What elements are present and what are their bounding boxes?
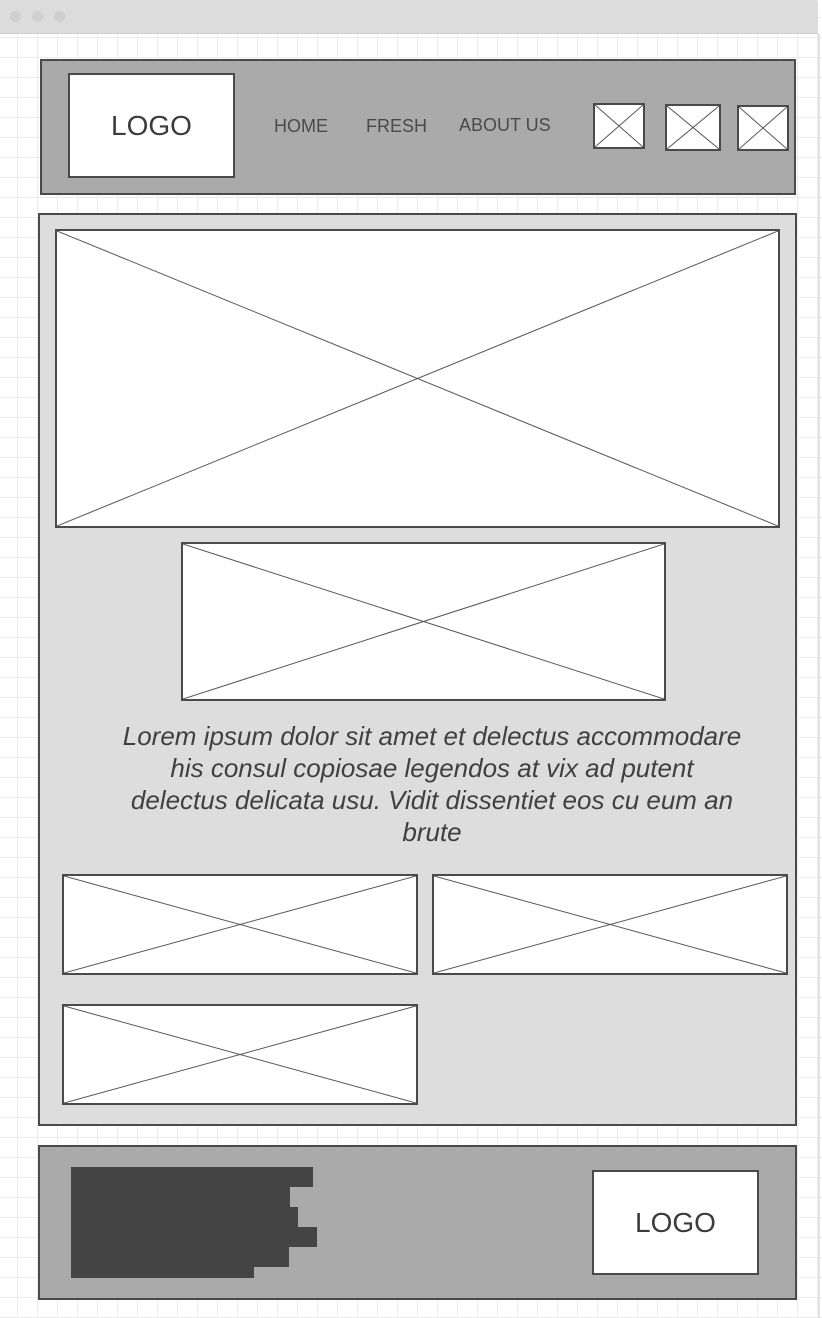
footer-text-line [71, 1267, 254, 1278]
header-logo-text: LOGO [111, 109, 192, 141]
window-close-icon[interactable] [10, 11, 21, 22]
header-icon-placeholder-1[interactable] [593, 103, 645, 149]
window-scrollbar-track[interactable] [818, 34, 820, 1318]
image-placeholder-icon [57, 231, 778, 526]
footer-text-line [71, 1227, 317, 1247]
nav-about-us-link[interactable]: ABOUT US [459, 115, 551, 135]
image-placeholder-icon [434, 876, 786, 973]
image-placeholder-icon [595, 105, 643, 147]
window-maximize-icon[interactable] [54, 11, 65, 22]
feature-image-placeholder [181, 542, 666, 701]
image-placeholder-icon [183, 544, 664, 699]
image-placeholder-icon [739, 107, 787, 149]
image-placeholder-icon [64, 1006, 416, 1103]
nav-home-link[interactable]: HOME [274, 116, 328, 136]
grid-image-placeholder-1 [62, 874, 418, 975]
footer-text-line [71, 1167, 313, 1187]
footer-logo[interactable]: LOGO [592, 1170, 759, 1275]
header-logo[interactable]: LOGO [68, 73, 235, 178]
image-placeholder-icon [64, 876, 416, 973]
header-icon-placeholder-3[interactable] [737, 105, 789, 151]
nav-fresh-link[interactable]: FRESH [366, 116, 427, 136]
window-minimize-icon[interactable] [32, 11, 43, 22]
footer-logo-text: LOGO [635, 1206, 716, 1238]
image-placeholder-icon [667, 106, 719, 149]
header-icon-placeholder-2[interactable] [665, 104, 721, 151]
footer-text-line [71, 1247, 289, 1267]
footer-text-line [71, 1187, 290, 1207]
footer-text-line [71, 1207, 298, 1227]
intro-paragraph: Lorem ipsum dolor sit amet et delectus a… [122, 721, 742, 847]
window-titlebar [0, 0, 818, 34]
grid-image-placeholder-2 [432, 874, 788, 975]
grid-image-placeholder-3 [62, 1004, 418, 1105]
hero-image-placeholder [55, 229, 780, 528]
